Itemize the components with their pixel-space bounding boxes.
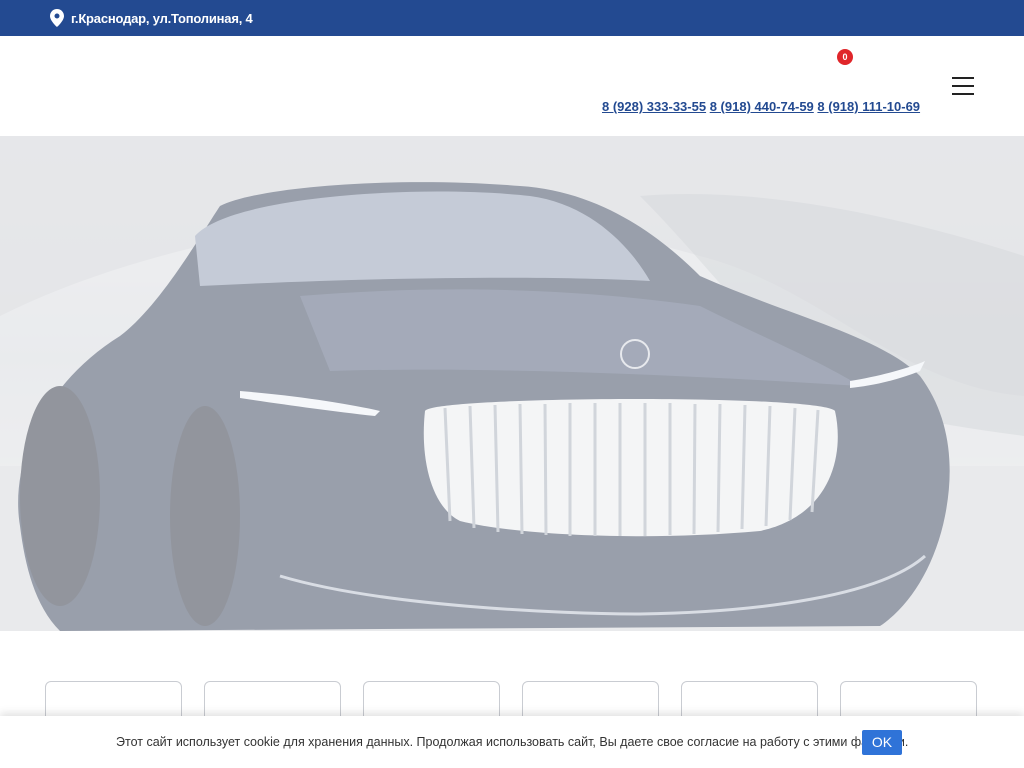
map-pin-icon: [50, 9, 64, 27]
phone-link-1[interactable]: 8 (928) 333-33-55: [602, 99, 706, 114]
phone-list: 8 (928) 333-33-55 8 (918) 440-74-59 8 (9…: [602, 99, 920, 114]
site-header: 0 8 (928) 333-33-55 8 (918) 440-74-59 8 …: [0, 36, 1024, 136]
hero-banner: [0, 136, 1024, 631]
cookie-accept-button[interactable]: OK: [862, 730, 902, 755]
phone-link-3[interactable]: 8 (918) 111-10-69: [817, 99, 920, 114]
phone-link-2[interactable]: 8 (918) 440-74-59: [710, 99, 814, 114]
hamburger-icon[interactable]: [952, 77, 974, 95]
cookie-consent-bar: Этот сайт использует cookie для хранения…: [0, 716, 1024, 768]
cart-count-badge[interactable]: 0: [837, 49, 853, 65]
top-bar: г.Краснодар, ул.Тополиная, 4: [0, 0, 1024, 36]
address-text: г.Краснодар, ул.Тополиная, 4: [71, 10, 253, 26]
cookie-notice-text: Этот сайт использует cookie для хранения…: [116, 735, 909, 749]
address-block: г.Краснодар, ул.Тополиная, 4: [50, 9, 253, 27]
